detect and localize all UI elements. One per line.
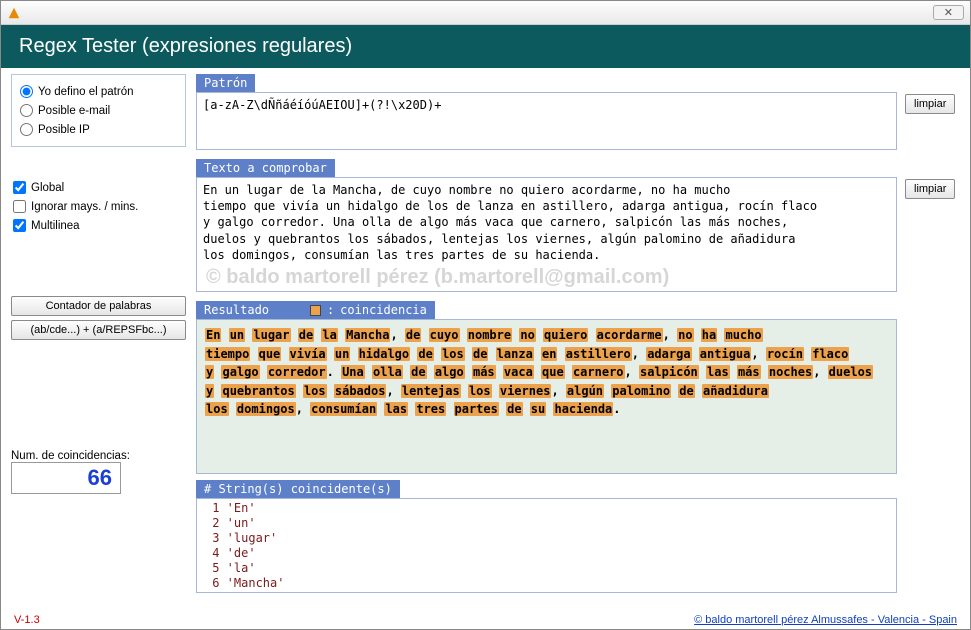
radio-email[interactable]: Posible e-mail [20, 104, 177, 117]
check-ignorecase[interactable]: Ignorar mays. / mins. [13, 200, 184, 213]
result-output: En un lugar de la Mancha, de cuyo nombre… [196, 319, 897, 474]
app-icon [7, 6, 21, 20]
pattern-section-label: Patrón [196, 74, 255, 92]
word-counter-button[interactable]: Contador de palabras [11, 296, 186, 316]
clear-pattern-button[interactable]: limpiar [905, 94, 955, 114]
radio-ip[interactable]: Posible IP [20, 123, 177, 136]
text-input[interactable] [196, 177, 897, 292]
check-global[interactable]: Global [13, 181, 184, 194]
coincidence-count-label: Num. de coincidencias: [11, 450, 186, 462]
highlight-swatch-icon [310, 305, 321, 316]
matches-list: 1 'En' 2 'un' 3 'lugar' 4 'de' 5 'la' 6 … [196, 498, 897, 593]
app-header: Regex Tester (expresiones regulares) [1, 25, 970, 68]
check-multiline[interactable]: Multilinea [13, 219, 184, 232]
window-close-button[interactable]: ✕ [933, 5, 964, 20]
result-section-label: Resultado : coincidencia [196, 301, 435, 319]
app-title: Regex Tester (expresiones regulares) [19, 35, 352, 57]
text-section-label: Texto a comprobar [196, 159, 335, 177]
combo-button[interactable]: (ab/cde...) + (a/REPSFbc...) [11, 320, 186, 340]
radio-custom-pattern[interactable]: Yo defino el patrón [20, 85, 177, 98]
window-titlebar: ✕ [1, 1, 970, 25]
version-label: V-1.3 [14, 614, 40, 626]
pattern-type-group: Yo defino el patrón Posible e-mail Posib… [11, 74, 186, 147]
coincidence-count-value: 66 [11, 462, 121, 494]
footer-credit-link[interactable]: © baldo martorell pérez Almussafes - Val… [694, 614, 957, 626]
pattern-input[interactable] [196, 92, 897, 150]
options-group: Global Ignorar mays. / mins. Multilinea [11, 177, 186, 236]
matches-header: # String(s) coincidente(s) [196, 480, 400, 498]
clear-text-button[interactable]: limpiar [905, 179, 955, 199]
